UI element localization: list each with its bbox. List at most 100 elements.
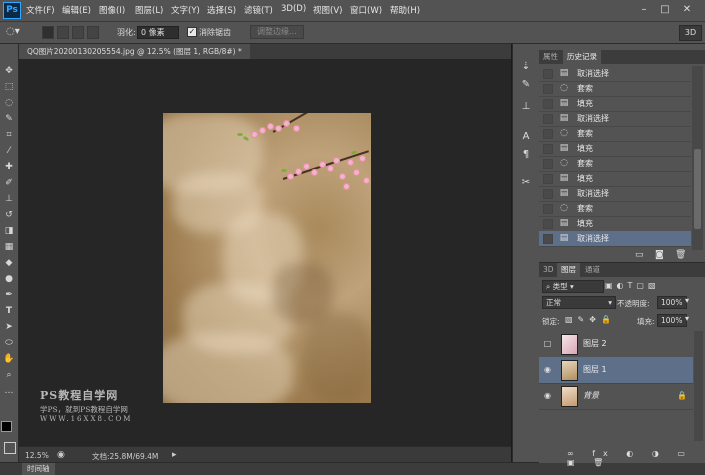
fill-slider-icon[interactable]: ▾ [685,314,689,323]
document-tab[interactable]: QQ图片20200130205554.jpg @ 12.5% (图层 1, RG… [19,44,250,59]
intersect-selection-icon[interactable] [87,26,99,39]
history-item[interactable]: ◌ 套索 [539,156,691,172]
history-source-checkbox[interactable] [543,114,553,124]
status-arrow-icon[interactable]: ▸ [172,450,177,460]
menu-file[interactable]: 文件(F) [26,4,55,16]
history-source-checkbox[interactable] [543,159,553,169]
lasso-tool-icon[interactable]: ◌ [2,96,16,110]
tab-channels[interactable]: 通道 [581,263,604,277]
tab-history[interactable]: 历史记录 [563,50,601,64]
status-menu-icon[interactable]: ◉ [57,450,65,460]
add-selection-icon[interactable] [57,26,69,39]
timeline-tab[interactable]: 时间轴 [22,463,55,475]
crop-tool-icon[interactable]: ⌗ [2,128,16,142]
menu-window[interactable]: 窗口(W) [350,4,382,16]
close-icon[interactable]: ✕ [680,3,694,16]
layers-scrollbar[interactable] [694,331,703,441]
history-scroll-thumb[interactable] [694,149,701,229]
blur-tool-icon[interactable]: ◆ [2,256,16,270]
dodge-tool-icon[interactable]: ● [2,272,16,286]
menu-type[interactable]: 文字(Y) [171,4,200,16]
history-source-checkbox[interactable] [543,189,553,199]
menu-filter[interactable]: 滤镜(T) [244,4,273,16]
history-item[interactable]: ◌ 套索 [539,126,691,142]
marquee-tool-icon[interactable]: ⬚ [2,80,16,94]
document-canvas[interactable] [163,113,371,403]
new-document-from-state-icon[interactable]: ▭ [635,250,644,260]
history-item[interactable]: ◌ 套索 [539,201,691,217]
history-item[interactable]: ▤ 填充 [539,171,691,187]
zoom-level[interactable]: 12.5% [25,451,49,460]
refine-edge-button[interactable]: 调整边缘... [250,25,304,39]
type-tool-icon[interactable]: T [2,304,16,318]
history-source-checkbox[interactable] [543,219,553,229]
gradient-tool-icon[interactable]: ▦ [2,240,16,254]
maximize-icon[interactable]: □ [658,3,672,16]
opacity-input[interactable]: 100% [657,296,687,309]
history-source-checkbox[interactable] [543,129,553,139]
history-source-checkbox[interactable] [543,99,553,109]
history-source-checkbox[interactable] [543,174,553,184]
antialias-checkbox[interactable]: ✓ [187,27,197,37]
layer-filter-icons[interactable]: ▣◐T▢▧ [605,281,660,290]
layer-filter-select[interactable]: ⌕ 类型 ▾ [542,280,604,293]
paragraph-panel-icon[interactable]: ¶ [519,148,533,162]
visibility-toggle-off-icon[interactable]: □ [543,339,552,348]
brush-tool-icon[interactable]: ✐ [2,176,16,190]
layer-actions-icons[interactable]: ∞ fx ◐ ◑ ▭ ▣ 🗑 [567,449,705,467]
subtract-selection-icon[interactable] [72,26,84,39]
actions-panel-icon[interactable]: ⇣ [519,60,533,74]
brush-panel-icon[interactable]: ✎ [519,78,533,92]
menu-image[interactable]: 图像(I) [99,4,125,16]
history-source-checkbox[interactable] [543,234,553,244]
history-source-checkbox[interactable] [543,69,553,79]
opacity-slider-icon[interactable]: ▾ [685,296,689,305]
lock-options-icons[interactable]: ▧✎✥🔒 [565,315,616,324]
history-item[interactable]: ▤ 填充 [539,216,691,232]
move-tool-icon[interactable]: ✥ [2,64,16,78]
shape-tool-icon[interactable]: ⬭ [2,336,16,350]
history-item[interactable]: ▤ 填充 [539,96,691,112]
history-item[interactable]: ▤ 取消选择 [539,111,691,127]
layer-row-selected[interactable]: ◉ 图层 1 [539,357,693,384]
eyedropper-tool-icon[interactable]: ⁄ [2,144,16,158]
new-snapshot-icon[interactable]: ◙ [655,250,664,260]
clone-stamp-tool-icon[interactable]: ⊥ [2,192,16,206]
eye-icon[interactable]: ◉ [543,391,552,400]
minimize-icon[interactable]: – [637,3,651,16]
tab-layers[interactable]: 图层 [557,263,580,277]
menu-3d[interactable]: 3D(D) [281,4,306,14]
zoom-tool-icon[interactable]: ⌕ [2,368,16,382]
healing-brush-tool-icon[interactable]: ✚ [2,160,16,174]
history-brush-tool-icon[interactable]: ↺ [2,208,16,222]
history-item[interactable]: ▤ 取消选择 [539,186,691,202]
quick-select-tool-icon[interactable]: ✎ [2,112,16,126]
history-item-current[interactable]: ▤ 取消选择 [539,231,691,247]
lasso-tool-preset-icon[interactable]: ◌▾ [6,25,30,39]
history-source-checkbox[interactable] [543,84,553,94]
history-source-checkbox[interactable] [543,204,553,214]
tab-properties[interactable]: 属性 [539,50,562,64]
tab-3d[interactable]: 3D [539,263,558,277]
more-tools-icon[interactable]: … [2,384,16,398]
3d-mode-button[interactable]: 3D [679,25,702,41]
menu-edit[interactable]: 编辑(E) [62,4,91,16]
pen-tool-icon[interactable]: ✒ [2,288,16,302]
layer-row[interactable]: □ 图层 2 [539,331,693,358]
hand-tool-icon[interactable]: ✋ [2,352,16,366]
delete-state-icon[interactable]: 🗑 [675,250,686,260]
tool-presets-panel-icon[interactable]: ✂ [519,176,533,190]
foreground-color-swatch[interactable] [1,421,12,432]
menu-layer[interactable]: 图层(L) [135,4,163,16]
eye-icon[interactable]: ◉ [543,365,552,374]
menu-view[interactable]: 视图(V) [313,4,342,16]
new-selection-icon[interactable] [42,26,54,39]
blend-mode-select[interactable]: 正常 ▾ [542,296,616,309]
history-item[interactable]: ◌ 套索 [539,81,691,97]
fill-input[interactable]: 100% [657,314,687,327]
layer-row[interactable]: ◉ 背景 🔒 [539,383,693,410]
feather-input[interactable]: 0 像素 [137,26,179,39]
clone-source-panel-icon[interactable]: ⊥ [519,100,533,114]
quick-mask-icon[interactable] [4,442,16,454]
eraser-tool-icon[interactable]: ◨ [2,224,16,238]
